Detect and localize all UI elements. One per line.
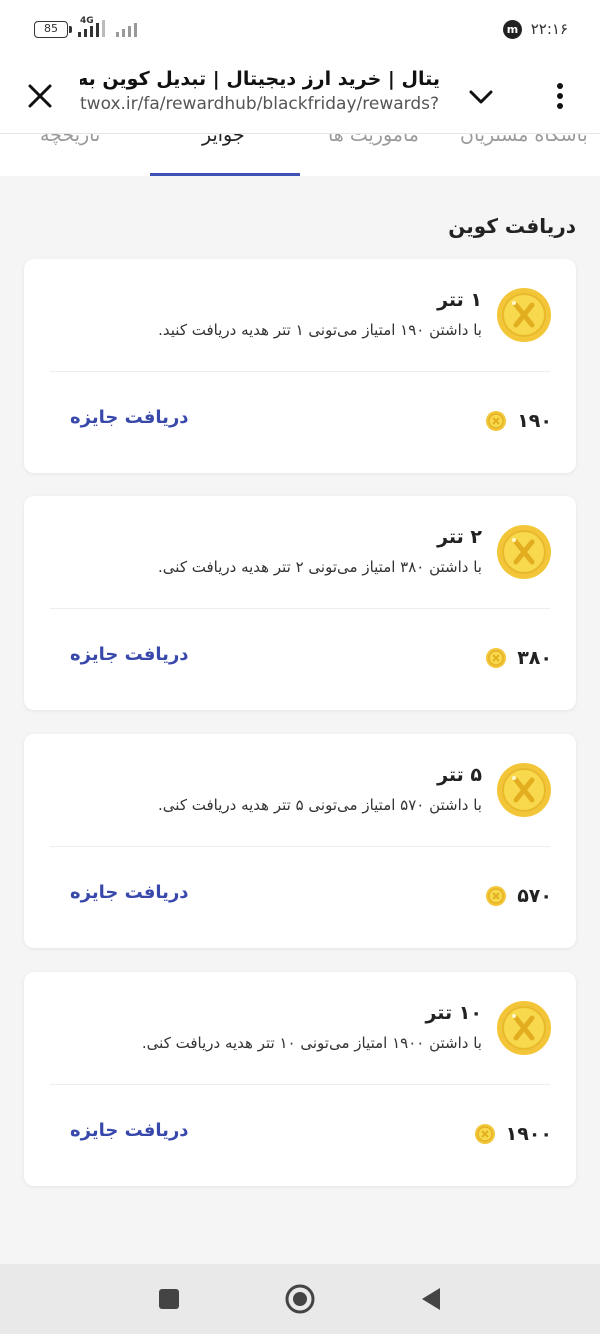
reward-title: ۵ تتر — [437, 764, 482, 786]
divider — [50, 846, 550, 847]
reward-description: با داشتن ۱۹۰ امتیاز می‌تونی ۱ تتر هدیه د… — [158, 321, 482, 339]
reward-title: ۱ تتر — [437, 289, 482, 311]
battery-indicator: 85 — [34, 21, 72, 38]
reward-card: ۱ تتر با داشتن ۱۹۰ امتیاز می‌تونی ۱ تتر … — [24, 259, 576, 473]
points-coin-icon — [486, 886, 507, 906]
section-title: دریافت کوین — [448, 214, 576, 238]
points-coin-icon — [486, 648, 507, 668]
reward-description: با داشتن ۵۷۰ امتیاز می‌تونی ۵ تتر هدیه د… — [158, 796, 482, 814]
points-coin-icon — [486, 411, 507, 431]
active-tab-indicator — [150, 173, 300, 176]
coin-icon — [497, 1001, 551, 1055]
page-url: twox.ir/fa/rewardhub/blackfriday/rewards… — [80, 94, 440, 114]
reward-card: ۱۰ تتر با داشتن ۱۹۰۰ امتیاز می‌تونی ۱۰ ت… — [24, 972, 576, 1186]
reward-card: ۲ تتر با داشتن ۳۸۰ امتیاز می‌تونی ۲ تتر … — [24, 496, 576, 710]
tab-customer-club[interactable]: باشگاه مشتریان — [460, 134, 588, 146]
divider — [50, 1084, 550, 1085]
cost-value: ۳۸۰ — [517, 647, 552, 669]
reward-description: با داشتن ۱۹۰۰ امتیاز می‌تونی ۱۰ تتر هدیه… — [141, 1034, 482, 1052]
reward-title: ۲ تتر — [437, 526, 482, 548]
claim-reward-button[interactable]: دریافت جایزه — [70, 644, 189, 665]
home-icon[interactable] — [283, 1282, 317, 1316]
cost-value: ۱۹۰۰ — [505, 1123, 552, 1145]
tab-history[interactable]: تاریخچه — [40, 134, 100, 146]
coin-icon — [497, 763, 551, 817]
status-clock: ۲۲:۱۶ — [530, 20, 568, 38]
reward-cost: ۱۹۰ — [485, 409, 552, 433]
browser-toolbar: یتال | خرید ارز دیجیتال | تبدیل کوین به … — [0, 58, 600, 134]
system-nav-bar — [0, 1264, 600, 1334]
tab-bar: باشگاه مشتریان ماموریت ها جوایز تاریخچه — [0, 134, 600, 176]
divider — [50, 371, 550, 372]
app-notification-icon: m — [503, 20, 522, 39]
reward-title: ۱۰ تتر — [425, 1002, 482, 1024]
close-icon[interactable] — [22, 78, 58, 114]
claim-reward-button[interactable]: دریافت جایزه — [70, 882, 189, 903]
address-bar[interactable]: یتال | خرید ارز دیجیتال | تبدیل کوین به … — [80, 68, 440, 124]
reward-card: ۵ تتر با داشتن ۵۷۰ امتیاز می‌تونی ۵ تتر … — [24, 734, 576, 948]
coin-icon — [497, 288, 551, 342]
page-title: یتال | خرید ارز دیجیتال | تبدیل کوین به — [80, 68, 440, 90]
claim-reward-button[interactable]: دریافت جایزه — [70, 407, 189, 428]
cellular-signal-2-icon — [116, 23, 137, 37]
cost-value: ۱۹۰ — [517, 410, 552, 432]
divider — [50, 608, 550, 609]
status-bar: 85 4G m ۲۲:۱۶ — [0, 0, 600, 58]
recent-apps-icon[interactable] — [152, 1282, 186, 1316]
points-coin-icon — [474, 1124, 495, 1144]
cellular-signal-icon — [78, 20, 105, 37]
battery-level: 85 — [44, 22, 58, 35]
chevron-down-icon[interactable] — [464, 80, 498, 114]
reward-cost: ۵۷۰ — [485, 884, 552, 908]
more-vertical-icon[interactable] — [548, 78, 572, 114]
reward-cost: ۱۹۰۰ — [474, 1122, 552, 1146]
claim-reward-button[interactable]: دریافت جایزه — [70, 1120, 189, 1141]
back-icon[interactable] — [414, 1282, 448, 1316]
reward-cost: ۳۸۰ — [485, 646, 552, 670]
reward-description: با داشتن ۳۸۰ امتیاز می‌تونی ۲ تتر هدیه د… — [158, 558, 482, 576]
tab-rewards[interactable]: جوایز — [202, 134, 245, 146]
tab-missions[interactable]: ماموریت ها — [328, 134, 419, 146]
coin-icon — [497, 525, 551, 579]
cost-value: ۵۷۰ — [517, 885, 552, 907]
